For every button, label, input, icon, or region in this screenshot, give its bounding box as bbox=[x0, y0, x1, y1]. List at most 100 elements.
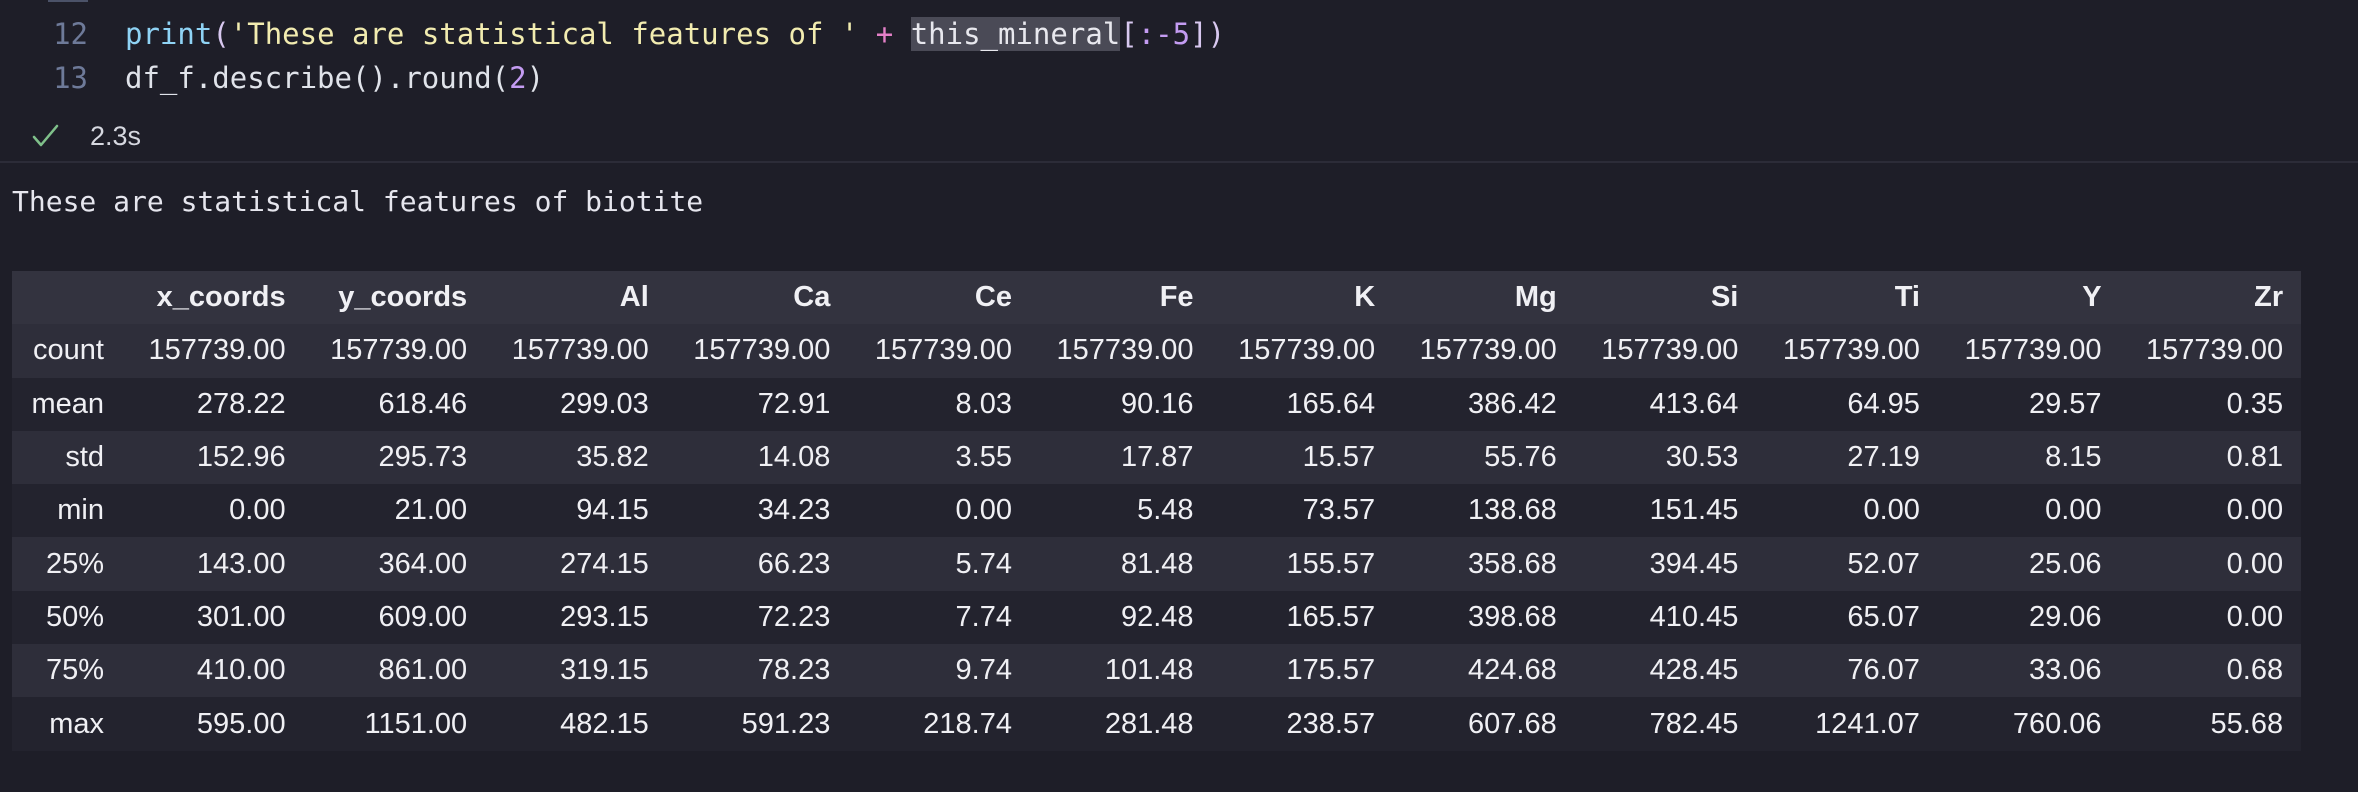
table-cell: 0.00 bbox=[2226, 494, 2284, 527]
column-header: Zr bbox=[2254, 281, 2284, 314]
table-cell: 0.35 bbox=[2226, 387, 2284, 420]
code-cell[interactable]: 12 print('These are statistical features … bbox=[0, 0, 2358, 162]
table-cell: 65.07 bbox=[1847, 600, 1920, 633]
code-token: print bbox=[125, 17, 213, 51]
code-token: [ bbox=[1120, 17, 1138, 51]
table-cell: 428.45 bbox=[1649, 654, 1739, 687]
row-label: 75% bbox=[45, 654, 104, 687]
check-icon bbox=[32, 124, 59, 147]
table-cell: 35.82 bbox=[576, 441, 649, 474]
row-label: min bbox=[57, 494, 104, 527]
row-label: 25% bbox=[45, 547, 104, 580]
table-cell: 413.64 bbox=[1649, 387, 1739, 420]
code-token: 2 bbox=[509, 61, 527, 95]
table-row: 75% 410.00 861.00 319.15 78.23 9.74 101.48 175.… bbox=[12, 644, 2302, 698]
row-label: mean bbox=[31, 387, 104, 420]
code-token: this_mineral bbox=[910, 17, 1121, 51]
table-cell: 157739.00 bbox=[1238, 334, 1376, 367]
column-header: y_coords bbox=[338, 281, 468, 314]
table-cell: 157739.00 bbox=[1056, 334, 1194, 367]
column-header: Mg bbox=[1514, 281, 1557, 314]
code-token: df_f.describe().round( bbox=[125, 61, 510, 95]
table-cell: 482.15 bbox=[560, 707, 649, 740]
table-cell: 78.23 bbox=[757, 654, 831, 687]
code-text[interactable]: df_f.describe().round(2) bbox=[125, 56, 544, 100]
table-cell: 410.00 bbox=[196, 654, 286, 687]
code-line[interactable]: 13 df_f.describe().round(2) bbox=[0, 56, 2358, 100]
table-cell: 14.08 bbox=[757, 441, 831, 474]
table-cell: 101.48 bbox=[1104, 654, 1194, 687]
table-cell: 175.57 bbox=[1286, 654, 1376, 687]
table-cell: 157739.00 bbox=[2146, 334, 2284, 367]
code-text[interactable]: print('These are statistical features of… bbox=[125, 12, 1225, 56]
table-cell: 364.00 bbox=[378, 547, 468, 580]
table-cell: 64.95 bbox=[1847, 387, 1920, 420]
code-line[interactable]: 12 print('These are statistical features … bbox=[0, 12, 2358, 56]
table-header-row: x_coords y_coords Al Ca Ce Fe K Mg Si Ti Y Zr bbox=[12, 271, 2302, 325]
table-cell: 278.22 bbox=[196, 387, 286, 420]
execution-time: 2.3s bbox=[90, 120, 142, 151]
table-cell: 34.23 bbox=[757, 494, 831, 527]
code-token: ] bbox=[1190, 17, 1208, 51]
table-cell: 0.00 bbox=[2226, 600, 2284, 633]
table-cell: 319.15 bbox=[560, 654, 649, 687]
table-cell: 30.53 bbox=[1665, 441, 1739, 474]
table-cell: 299.03 bbox=[560, 387, 649, 420]
table-cell: 274.15 bbox=[560, 547, 649, 580]
table-cell: 218.74 bbox=[923, 707, 1012, 740]
column-header: Si bbox=[1710, 281, 1739, 314]
table-cell: 157739.00 bbox=[148, 334, 286, 367]
table-row: std 152.96 295.73 35.82 14.08 3.55 17.87 15.57 5… bbox=[12, 430, 2302, 485]
table-cell: 7.74 bbox=[955, 600, 1012, 633]
table-body: count 157739.00 157739.00 157739.00 157739.0… bbox=[12, 324, 2302, 751]
table-row: mean 278.22 618.46 299.03 72.91 8.03 90.16 165.… bbox=[12, 377, 2302, 431]
table-row: max 595.00 1151.00 482.15 591.23 218.74 281.48… bbox=[12, 697, 2302, 751]
execution-status: 2.3s bbox=[30, 116, 141, 156]
table-cell: 0.00 bbox=[1863, 494, 1920, 527]
column-header: Fe bbox=[1159, 281, 1194, 314]
table-cell: 152.96 bbox=[196, 441, 286, 474]
table-cell: 143.00 bbox=[196, 547, 286, 580]
table-cell: 0.68 bbox=[2226, 654, 2284, 687]
table-cell: 151.45 bbox=[1649, 494, 1739, 527]
table-cell: 782.45 bbox=[1649, 707, 1739, 740]
table-cell: 33.06 bbox=[2028, 654, 2102, 687]
code-token: ) bbox=[1207, 17, 1226, 51]
table-cell: 165.64 bbox=[1286, 387, 1376, 420]
table-cell: 609.00 bbox=[378, 600, 468, 633]
column-header: Al bbox=[619, 281, 649, 314]
table-cell: 8.15 bbox=[2045, 441, 2102, 474]
code-token: :-5 bbox=[1137, 17, 1191, 51]
previous-line-fragment bbox=[48, 0, 88, 5]
table-cell: 386.42 bbox=[1468, 387, 1557, 420]
table-cell: 861.00 bbox=[378, 654, 468, 687]
table-cell: 293.15 bbox=[560, 600, 649, 633]
code-token: ( bbox=[212, 17, 230, 51]
column-header: Ti bbox=[1894, 281, 1920, 314]
table-cell: 3.55 bbox=[955, 441, 1012, 474]
table-cell: 73.57 bbox=[1302, 494, 1376, 527]
table-cell: 8.03 bbox=[955, 387, 1012, 420]
table-cell: 72.91 bbox=[757, 387, 831, 420]
code-token: 'These are statistical features of ' bbox=[229, 17, 859, 51]
table-cell: 157739.00 bbox=[330, 334, 468, 367]
table-cell: 157739.00 bbox=[1419, 334, 1557, 367]
table-cell: 398.68 bbox=[1468, 600, 1557, 633]
table-cell: 55.76 bbox=[1484, 441, 1557, 474]
table-cell: 155.57 bbox=[1286, 547, 1376, 580]
stdout-text: These are statistical features of biotit… bbox=[12, 185, 704, 218]
table-cell: 157739.00 bbox=[1964, 334, 2102, 367]
table-cell: 29.57 bbox=[2028, 387, 2102, 420]
row-label: std bbox=[65, 441, 104, 474]
describe-table: x_coords y_coords Al Ca Ce Fe K Mg Si Ti Y Zr count… bbox=[12, 271, 2302, 751]
row-label: count bbox=[33, 334, 104, 367]
table-cell: 72.23 bbox=[757, 600, 831, 633]
table-cell: 1241.07 bbox=[1815, 707, 1920, 740]
table-cell: 157739.00 bbox=[693, 334, 831, 367]
table-cell: 17.87 bbox=[1120, 441, 1194, 474]
line-number: 13 bbox=[53, 61, 88, 95]
table-cell: 55.68 bbox=[2210, 707, 2284, 740]
table-cell: 157739.00 bbox=[511, 334, 649, 367]
table-cell: 138.68 bbox=[1468, 494, 1557, 527]
table-cell: 81.48 bbox=[1120, 547, 1194, 580]
